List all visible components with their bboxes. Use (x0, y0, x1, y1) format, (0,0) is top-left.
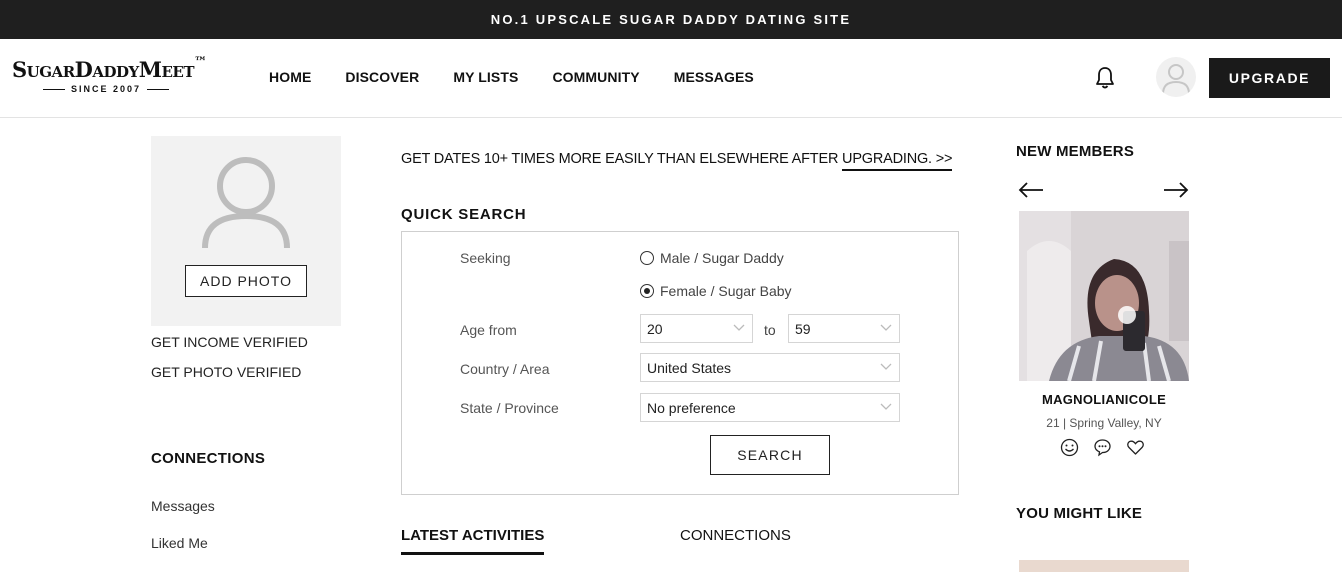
country-label: Country / Area (460, 361, 550, 377)
age-to-select[interactable]: 59 (788, 314, 900, 343)
chevron-down-icon (880, 403, 892, 410)
member-photo[interactable] (1019, 211, 1189, 381)
logo-text: SugarDaddyMeet (12, 57, 195, 82)
banner-text: NO.1 UPSCALE SUGAR DADDY DATING SITE (490, 12, 852, 27)
state-select[interactable]: No preference (640, 393, 900, 422)
logo-tagline: SINCE 2007 (12, 84, 232, 94)
member-name[interactable]: MAGNOLIANICOLE (1019, 392, 1189, 407)
logo-trademark: ™ (194, 55, 207, 70)
nav-messages[interactable]: MESSAGES (674, 69, 754, 85)
tab-connections[interactable]: CONNECTIONS (680, 527, 791, 552)
main-nav: HOME DISCOVER MY LISTS COMMUNITY MESSAGE… (269, 69, 788, 85)
quick-search-title: QUICK SEARCH (401, 206, 527, 223)
upgrade-promo: GET DATES 10+ TIMES MORE EASILY THAN ELS… (401, 151, 952, 171)
state-label: State / Province (460, 400, 559, 416)
connections-messages-link[interactable]: Messages (151, 498, 215, 514)
tab-latest-activities[interactable]: LATEST ACTIVITIES (401, 527, 545, 555)
country-select[interactable]: United States (640, 353, 900, 382)
seeking-female-label: Female / Sugar Baby (660, 283, 792, 299)
get-photo-verified-link[interactable]: GET PHOTO VERIFIED (151, 364, 301, 380)
new-members-heading: NEW MEMBERS (1016, 143, 1135, 160)
search-button[interactable]: SEARCH (710, 435, 830, 475)
age-from-value: 20 (647, 321, 663, 337)
chevron-down-icon (880, 363, 892, 370)
nav-discover[interactable]: DISCOVER (345, 69, 419, 85)
country-value: United States (647, 360, 732, 376)
smile-icon[interactable] (1060, 438, 1079, 457)
nav-my-lists[interactable]: MY LISTS (453, 69, 518, 85)
member-photo-image (1019, 211, 1189, 381)
chat-icon[interactable] (1093, 438, 1112, 457)
add-photo-button[interactable]: ADD PHOTO (185, 265, 307, 297)
upgrade-button[interactable]: UPGRADE (1209, 58, 1330, 98)
arrow-right-icon[interactable] (1163, 180, 1189, 200)
top-banner: NO.1 UPSCALE SUGAR DADDY DATING SITE (0, 0, 1342, 39)
connections-heading: CONNECTIONS (151, 450, 266, 467)
seeking-male-label: Male / Sugar Daddy (660, 250, 784, 266)
member-info: 21 | Spring Valley, NY (1046, 416, 1162, 430)
bell-icon[interactable] (1094, 66, 1116, 90)
age-to-label: to (764, 322, 776, 338)
nav-community[interactable]: COMMUNITY (552, 69, 639, 85)
get-income-verified-link[interactable]: GET INCOME VERIFIED (151, 334, 308, 350)
connections-liked-me-link[interactable]: Liked Me (151, 535, 208, 551)
heart-icon[interactable] (1126, 438, 1145, 457)
you-might-like-heading: YOU MIGHT LIKE (1016, 505, 1143, 522)
suggested-member-photo[interactable] (1019, 560, 1189, 572)
logo-line-right (147, 88, 170, 90)
logo-since: SINCE 2007 (71, 84, 142, 94)
seeking-label: Seeking (460, 250, 511, 266)
arrow-left-icon[interactable] (1018, 180, 1044, 200)
age-to-value: 59 (795, 321, 811, 337)
site-header: SugarDaddyMeet™ SINCE 2007 HOME DISCOVER… (0, 39, 1342, 118)
radio-female[interactable] (640, 284, 654, 298)
seeking-female-option[interactable]: Female / Sugar Baby (640, 283, 792, 299)
chevron-down-icon (733, 324, 745, 331)
profile-photo-placeholder: ADD PHOTO (151, 136, 341, 326)
state-value: No preference (647, 400, 736, 416)
quick-search-form: Seeking Male / Sugar Daddy Female / Suga… (401, 231, 959, 495)
promo-text: GET DATES 10+ TIMES MORE EASILY THAN ELS… (401, 151, 843, 167)
radio-male[interactable] (640, 251, 654, 265)
member-actions (1060, 438, 1159, 457)
nav-home[interactable]: HOME (269, 69, 311, 85)
age-from-select[interactable]: 20 (640, 314, 753, 343)
seeking-male-option[interactable]: Male / Sugar Daddy (640, 250, 784, 266)
site-logo[interactable]: SugarDaddyMeet™ SINCE 2007 (12, 55, 232, 94)
promo-upgrade-link[interactable]: UPGRADING. >> (842, 151, 952, 171)
user-silhouette-icon (202, 157, 290, 249)
logo-line-left (43, 88, 65, 90)
age-from-label: Age from (460, 322, 517, 338)
chevron-down-icon (880, 324, 892, 331)
user-avatar-icon[interactable] (1156, 57, 1196, 97)
